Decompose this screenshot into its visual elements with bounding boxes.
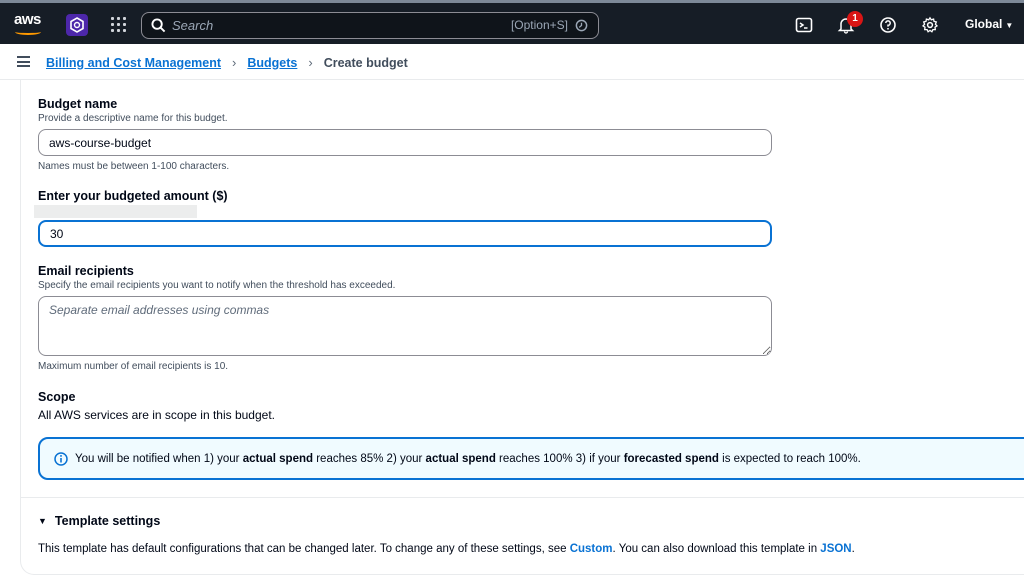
json-link[interactable]: JSON [820, 543, 851, 555]
info-alert: You will be notified when 1) your actual… [38, 437, 1024, 480]
caret-down-icon: ▼ [1005, 21, 1014, 30]
service-favorite-icon[interactable] [66, 14, 88, 36]
alert-text: is expected to reach 100%. [718, 453, 861, 465]
help-icon[interactable] [879, 16, 897, 34]
chevron-right-icon: › [308, 55, 313, 70]
aws-logo[interactable]: aws [14, 9, 44, 39]
cloudshell-icon[interactable] [795, 16, 813, 34]
menu-icon[interactable] [17, 56, 30, 67]
email-recipients-label: Email recipients [38, 264, 134, 278]
chevron-right-icon: › [232, 55, 237, 70]
redacted-area [34, 205, 197, 218]
alert-text: reaches 85% 2) your [313, 453, 426, 465]
notification-badge: 1 [847, 11, 863, 27]
budget-name-label: Budget name [38, 97, 118, 111]
alert-text: You will be notified when 1) your [75, 453, 243, 465]
search-shortcut: [Option+S] [510, 18, 568, 32]
region-selector[interactable]: Global ▼ [965, 17, 1013, 31]
email-recipients-description: Specify the email recipients you want to… [38, 280, 396, 291]
template-text: . You can also download this template in [612, 543, 821, 555]
scope-label: Scope [38, 390, 76, 404]
budget-amount-label: Enter your budgeted amount ($) [38, 189, 228, 203]
alert-message: You will be notified when 1) your actual… [75, 453, 861, 465]
search-icon [151, 18, 166, 33]
alert-bold: forecasted spend [623, 453, 719, 465]
alert-bold: actual spend [242, 453, 314, 465]
info-icon [54, 452, 68, 466]
breadcrumb-billing[interactable]: Billing and Cost Management [46, 56, 221, 70]
budget-amount-input[interactable] [38, 220, 772, 247]
email-recipients-hint: Maximum number of email recipients is 10… [38, 361, 229, 372]
aws-logo-text: aws [14, 11, 41, 28]
template-text: This template has default configurations… [38, 543, 570, 555]
breadcrumb-bar: Billing and Cost Management › Budgets › … [0, 44, 1024, 80]
budget-name-hint: Names must be between 1-100 characters. [38, 161, 230, 172]
gear-icon[interactable] [921, 16, 939, 34]
scope-text: All AWS services are in scope in this bu… [38, 408, 275, 422]
section-divider [20, 497, 1024, 498]
apps-grid-icon[interactable] [111, 17, 127, 33]
recent-search-icon[interactable] [575, 19, 588, 32]
top-navigation: aws [Option+S] 1 Global▼ [0, 0, 1024, 44]
custom-link[interactable]: Custom [570, 543, 613, 555]
template-description: This template has default configurations… [38, 543, 855, 555]
budget-name-input[interactable] [38, 129, 772, 156]
budget-name-description: Provide a descriptive name for this budg… [38, 113, 228, 124]
breadcrumb-current: Create budget [323, 55, 408, 70]
search-box[interactable]: [Option+S] [141, 12, 599, 39]
template-settings-title: Template settings [54, 514, 161, 528]
template-text: . [851, 543, 855, 555]
caret-down-icon: ▼ [38, 516, 47, 526]
search-input[interactable] [172, 16, 472, 35]
breadcrumb: Billing and Cost Management › Budgets › … [46, 55, 408, 70]
breadcrumb-budgets[interactable]: Budgets [247, 56, 297, 70]
aws-smile-icon [15, 29, 41, 35]
template-settings-toggle[interactable]: ▼ Template settings [38, 514, 160, 528]
email-recipients-input[interactable] [38, 296, 772, 356]
alert-bold: actual spend [425, 453, 496, 465]
alert-text: reaches 100% 3) if your [495, 453, 624, 465]
region-label: Global [965, 17, 1003, 31]
